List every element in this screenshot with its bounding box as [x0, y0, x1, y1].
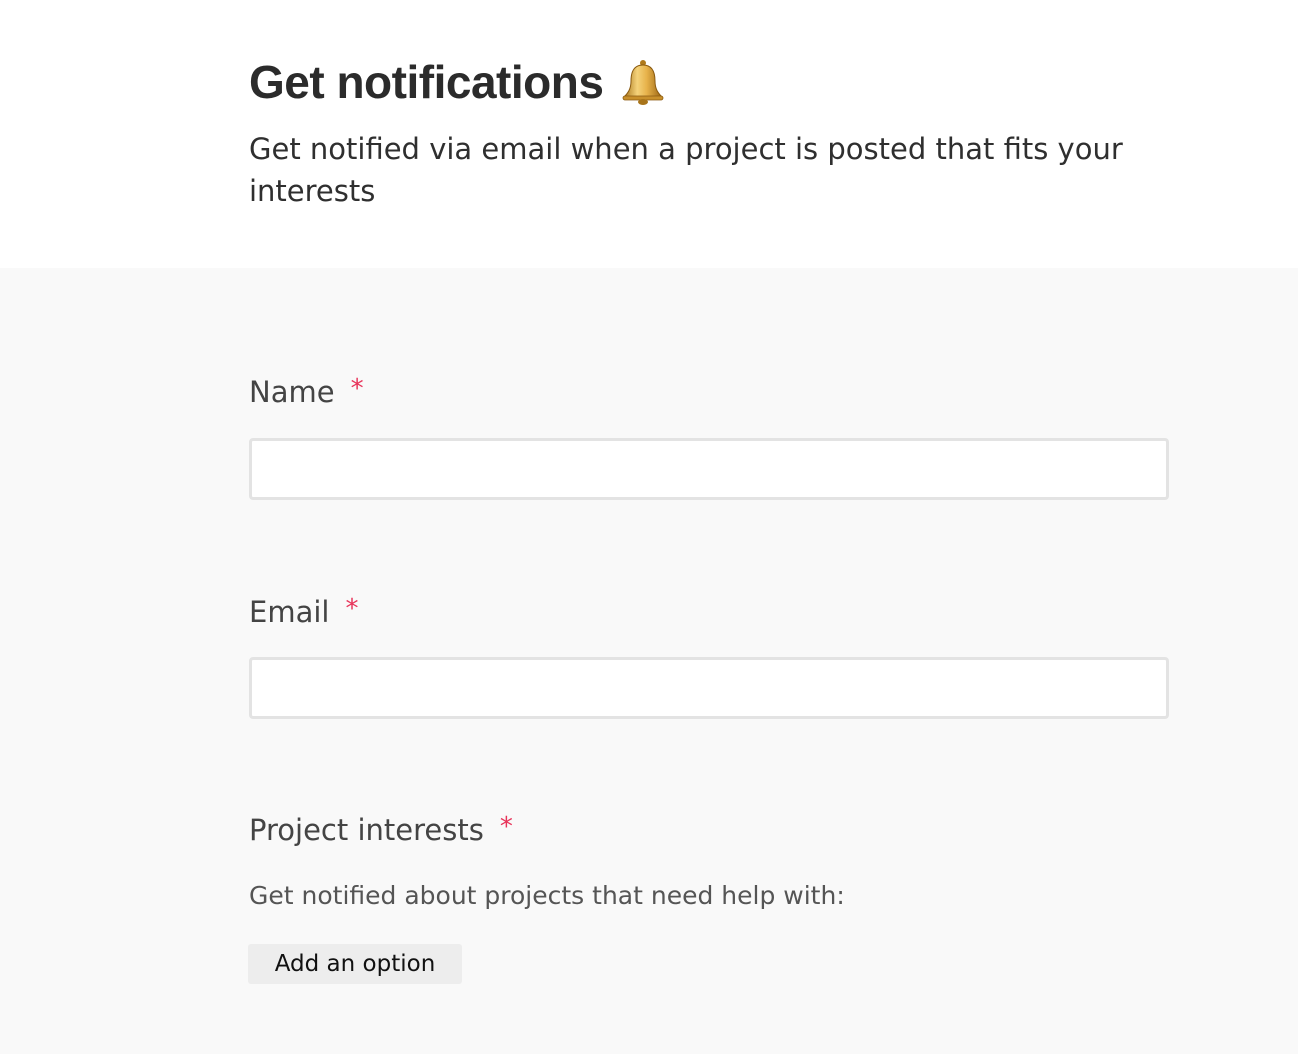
email-field[interactable]	[249, 657, 1169, 719]
name-label: Name *	[249, 374, 364, 410]
page-subtitle: Get notified via email when a project is…	[249, 132, 1123, 208]
required-marker: *	[345, 594, 359, 624]
project-interests-label: Project interests *	[249, 812, 513, 848]
page-header: Get notifications Get notified via email…	[0, 0, 1298, 268]
email-label-text: Email	[249, 595, 330, 629]
required-marker: *	[499, 812, 513, 842]
page-title: Get notifications	[249, 56, 604, 108]
bell-icon	[623, 60, 664, 105]
name-field[interactable]	[249, 438, 1169, 500]
project-interests-help-text: Get notified about projects that need he…	[249, 881, 845, 910]
name-label-text: Name	[249, 375, 335, 409]
required-marker: *	[350, 374, 364, 404]
email-label: Email *	[249, 594, 358, 630]
title-row: Get notifications	[249, 52, 665, 112]
project-interests-label-text: Project interests	[249, 813, 484, 847]
add-option-button[interactable]: Add an option	[248, 944, 462, 984]
